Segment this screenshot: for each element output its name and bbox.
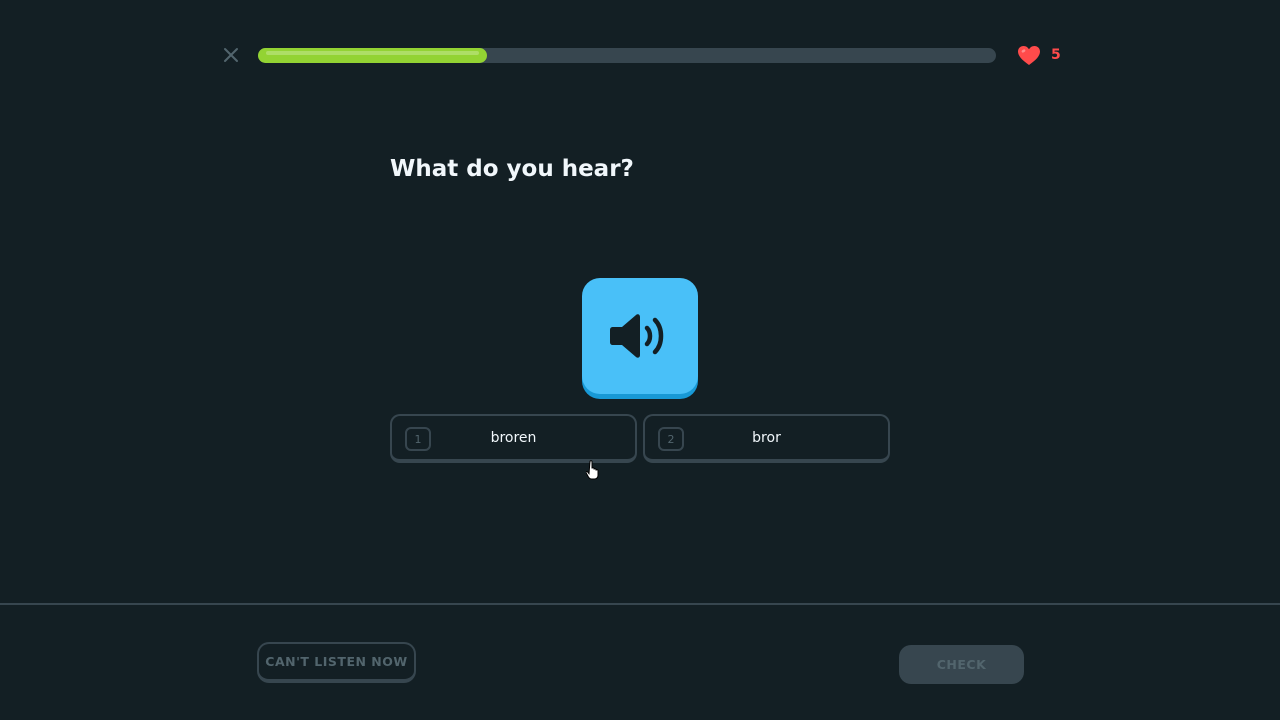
lesson-screen: 5 What do you hear? 1 broren 2 bror CAN'…	[0, 0, 1280, 720]
progress-bar	[258, 48, 996, 63]
hand-cursor-icon	[586, 460, 599, 480]
prompt-title: What do you hear?	[390, 156, 634, 182]
choice-key-1: 1	[405, 427, 431, 451]
check-button[interactable]: CHECK	[899, 645, 1024, 684]
heart-icon	[1018, 45, 1040, 65]
choice-label-1: broren	[490, 429, 537, 446]
choice-option-1[interactable]: 1 broren	[390, 414, 637, 463]
progress-fill	[258, 48, 487, 63]
hearts-counter[interactable]: 5	[1017, 44, 1061, 66]
footer-divider	[0, 603, 1280, 605]
speaker-icon	[610, 314, 664, 358]
close-icon	[224, 48, 238, 62]
choice-option-2[interactable]: 2 bror	[643, 414, 890, 463]
play-audio-button[interactable]	[582, 278, 698, 394]
choice-label-2: bror	[752, 429, 781, 446]
choice-key-2: 2	[658, 427, 684, 451]
close-button[interactable]	[221, 45, 241, 65]
cant-listen-now-button[interactable]: CAN'T LISTEN NOW	[257, 642, 416, 683]
hearts-count: 5	[1051, 47, 1061, 63]
